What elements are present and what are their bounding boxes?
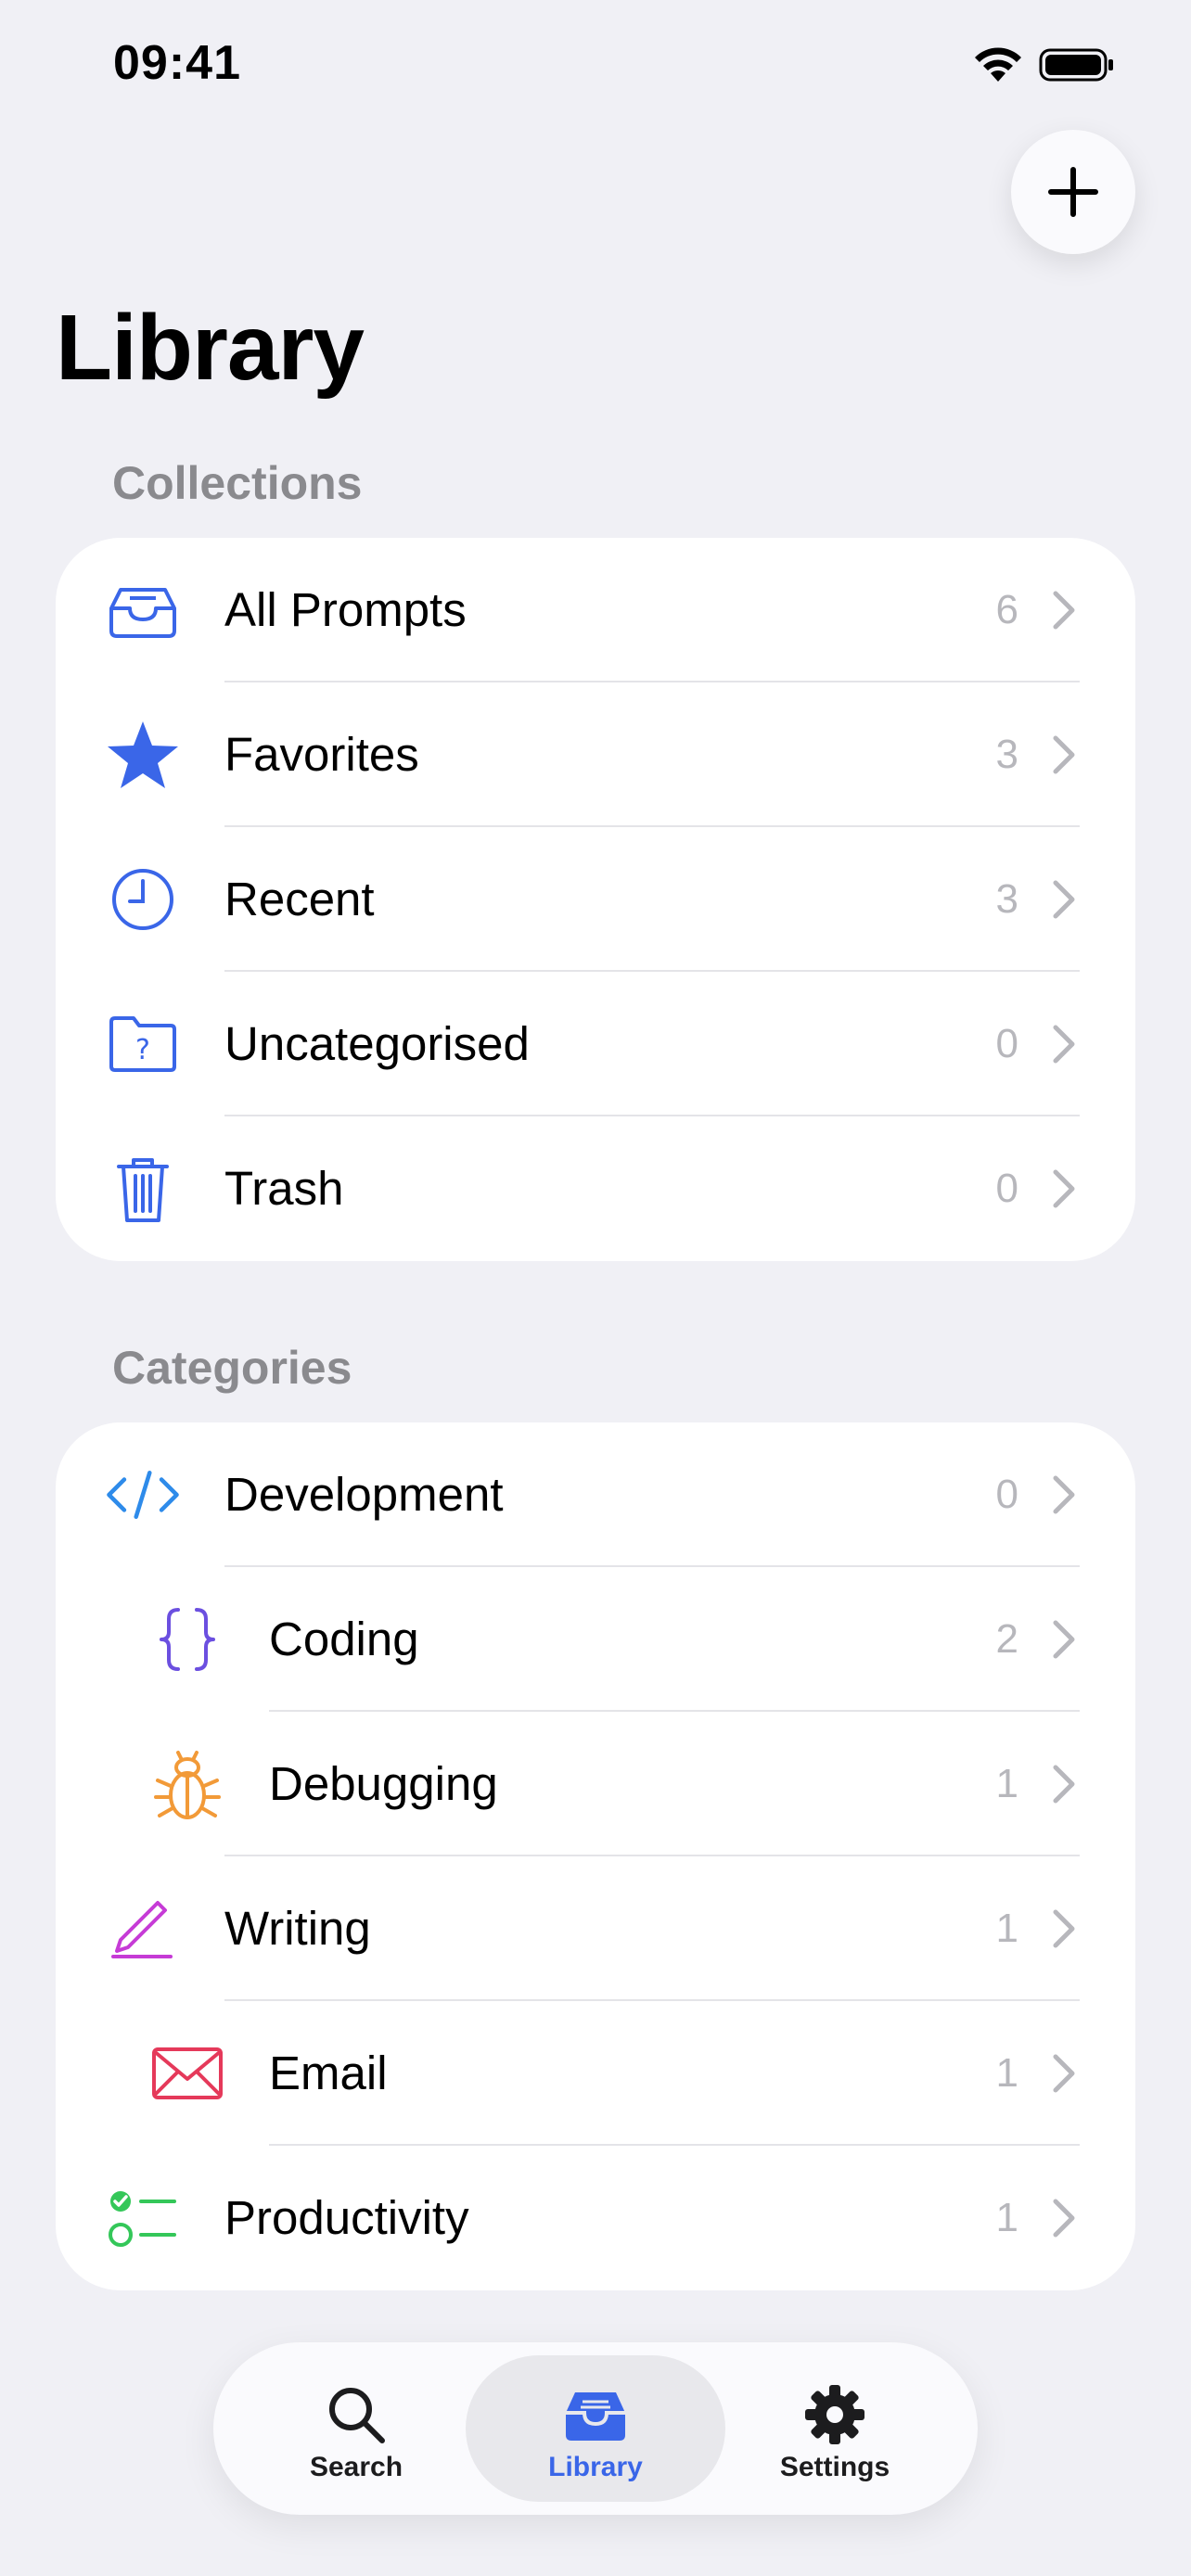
star-icon xyxy=(104,716,182,794)
row-count: 0 xyxy=(995,1472,1018,1517)
chevron-right-icon xyxy=(1053,591,1075,630)
categories-header: Categories xyxy=(112,1342,352,1394)
code-icon xyxy=(104,1456,182,1534)
battery-icon xyxy=(1039,48,1113,82)
collection-row-trash[interactable]: Trash 0 xyxy=(56,1116,1135,1261)
category-row-development[interactable]: Development 0 xyxy=(56,1422,1135,1567)
category-row-productivity[interactable]: Productivity 1 xyxy=(56,2146,1135,2290)
row-label: Favorites xyxy=(224,728,419,781)
tab-label: Settings xyxy=(779,2452,890,2482)
clock-icon xyxy=(104,861,182,938)
tab-bar: Search Library Settings xyxy=(213,2342,978,2515)
chevron-right-icon xyxy=(1053,1909,1075,1948)
chevron-right-icon xyxy=(1053,2054,1075,2093)
tab-label: Search xyxy=(309,2452,403,2482)
row-count: 0 xyxy=(995,1166,1018,1211)
row-count: 1 xyxy=(995,2195,1018,2240)
collection-row-uncategorised[interactable]: ? Uncategorised 0 xyxy=(56,972,1135,1116)
braces-icon xyxy=(148,1600,226,1678)
collection-row-favorites[interactable]: Favorites 3 xyxy=(56,682,1135,827)
tab-search[interactable]: Search xyxy=(226,2355,486,2502)
chevron-right-icon xyxy=(1053,1025,1075,1064)
gear-icon xyxy=(805,2385,864,2444)
row-count: 3 xyxy=(995,732,1018,777)
tab-library[interactable]: Library xyxy=(466,2355,725,2502)
chevron-right-icon xyxy=(1053,880,1075,919)
search-icon xyxy=(329,2388,385,2443)
row-label: Development xyxy=(224,1468,504,1521)
tab-settings[interactable]: Settings xyxy=(705,2355,965,2502)
bug-icon xyxy=(148,1745,226,1823)
row-label: Uncategorised xyxy=(224,1017,530,1070)
category-row-writing[interactable]: Writing 1 xyxy=(56,1856,1135,2001)
tray-icon xyxy=(104,571,182,649)
svg-text:?: ? xyxy=(135,1034,150,1066)
row-label: Productivity xyxy=(224,2191,469,2244)
category-row-email[interactable]: Email 1 xyxy=(56,2001,1135,2146)
row-count: 6 xyxy=(995,587,1018,632)
status-time: 09:41 xyxy=(113,36,241,90)
chevron-right-icon xyxy=(1053,735,1075,774)
category-row-coding[interactable]: Coding 2 xyxy=(56,1567,1135,1712)
tray-icon xyxy=(566,2392,625,2441)
chevron-right-icon xyxy=(1053,2199,1075,2238)
row-label: Writing xyxy=(224,1902,371,1955)
chevron-right-icon xyxy=(1053,1169,1075,1208)
pencil-icon xyxy=(104,1890,182,1968)
folder-question-icon: ? xyxy=(104,1005,182,1083)
trash-icon xyxy=(104,1150,182,1228)
row-label: Recent xyxy=(224,873,375,925)
collection-row-all-prompts[interactable]: All Prompts 6 xyxy=(56,538,1135,682)
page-title: Library xyxy=(56,296,365,400)
row-count: 2 xyxy=(995,1616,1018,1662)
checklist-icon xyxy=(104,2179,182,2257)
row-count: 1 xyxy=(995,1906,1018,1951)
row-label: Debugging xyxy=(269,1757,498,1810)
category-row-debugging[interactable]: Debugging 1 xyxy=(56,1712,1135,1856)
chevron-right-icon xyxy=(1053,1620,1075,1659)
wifi-icon xyxy=(975,47,1021,82)
chevron-right-icon xyxy=(1053,1475,1075,1514)
row-label: Email xyxy=(269,2047,388,2099)
status-bar: 09:41 xyxy=(0,0,1191,130)
collections-header: Collections xyxy=(112,457,363,509)
row-label: All Prompts xyxy=(224,583,467,636)
tab-label: Library xyxy=(548,2452,643,2482)
collection-row-recent[interactable]: Recent 3 xyxy=(56,827,1135,972)
row-count: 0 xyxy=(995,1021,1018,1066)
add-button[interactable] xyxy=(1011,130,1135,254)
chevron-right-icon xyxy=(1053,1765,1075,1804)
row-label: Coding xyxy=(269,1613,419,1665)
plus-icon xyxy=(1048,167,1098,217)
row-count: 3 xyxy=(995,876,1018,922)
envelope-icon xyxy=(148,2034,226,2112)
categories-card: Development 0 Coding 2 Debugging 1 Writi… xyxy=(56,1422,1135,2290)
row-label: Trash xyxy=(224,1162,344,1215)
row-count: 1 xyxy=(995,2050,1018,2096)
collections-card: All Prompts 6 Favorites 3 Recent 3 ? Unc… xyxy=(56,538,1135,1261)
row-count: 1 xyxy=(995,1761,1018,1806)
